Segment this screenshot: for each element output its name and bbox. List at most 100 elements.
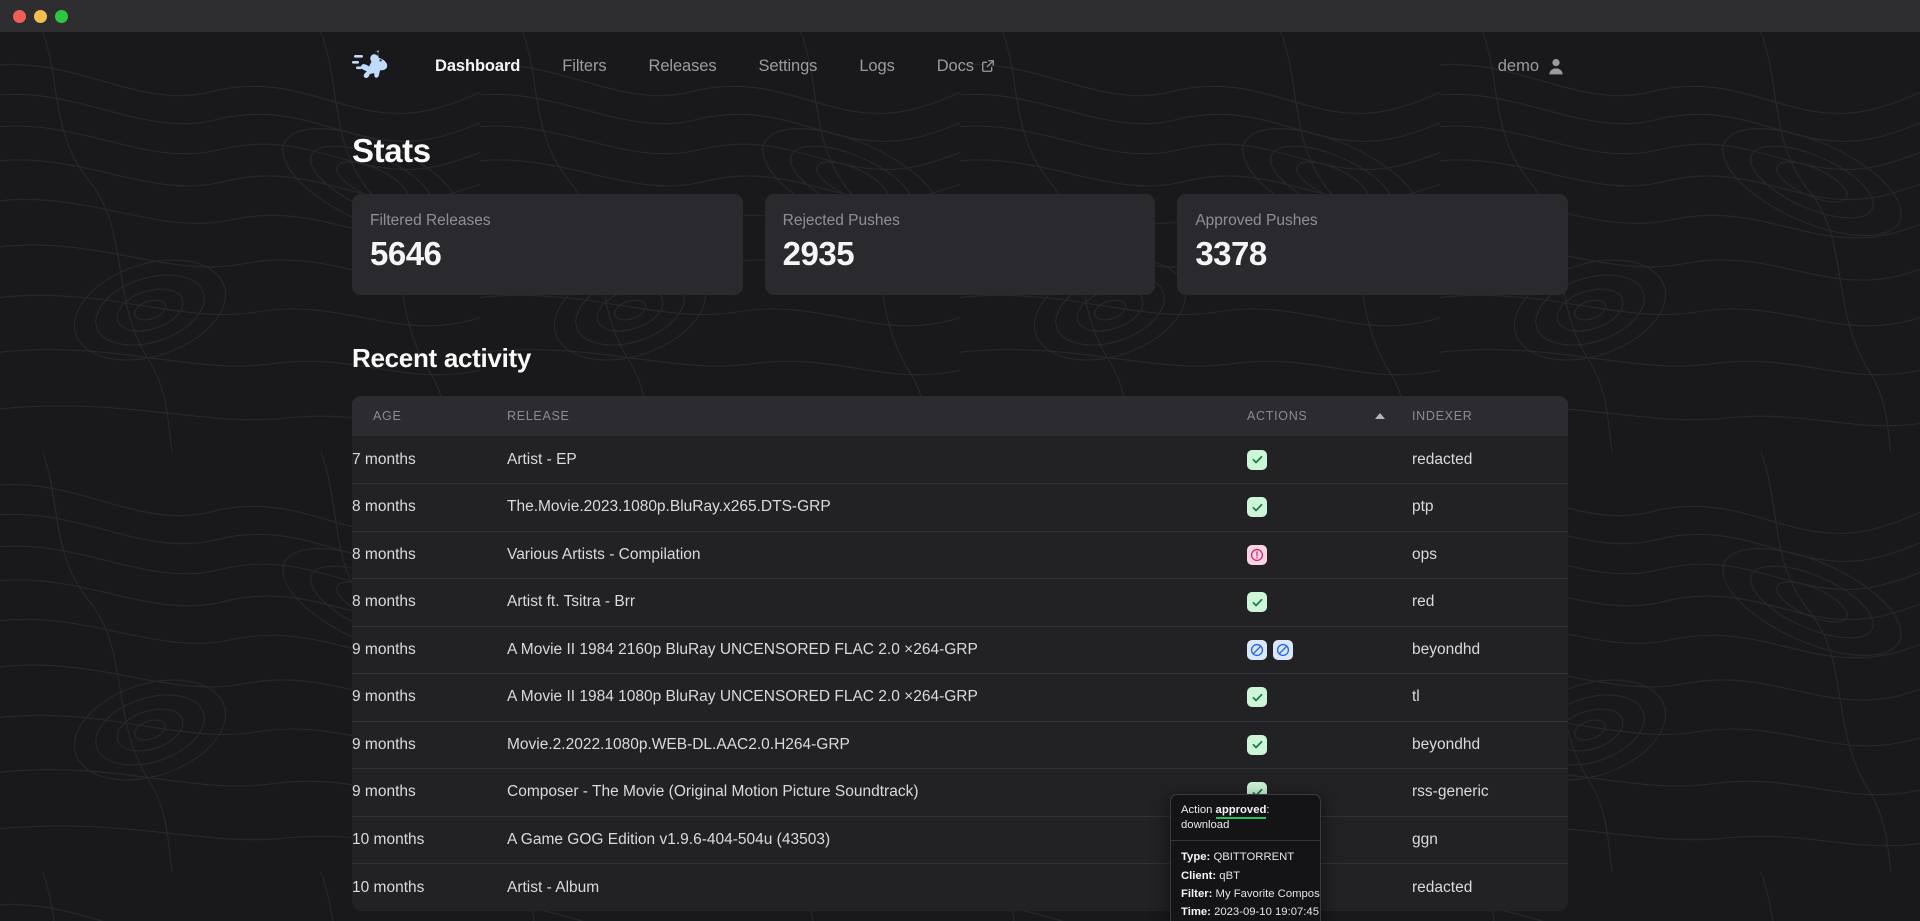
action-badge-approved-icon[interactable] xyxy=(1247,450,1267,470)
cell-release: Movie.2.2022.1080p.WEB-DL.AAC2.0.H264-GR… xyxy=(507,721,1247,769)
cell-indexer: red xyxy=(1412,579,1568,627)
tooltip-field-time: Time: 2023-09-10 19:07:45 xyxy=(1181,903,1310,921)
action-badge-approved-icon[interactable] xyxy=(1247,735,1267,755)
stat-value: 5646 xyxy=(370,235,725,273)
nav-link-logs[interactable]: Logs xyxy=(838,49,915,84)
action-tooltip: Action approved: download Type: QBITTORR… xyxy=(1170,794,1321,921)
cell-indexer: ggn xyxy=(1412,816,1568,864)
autobrr-rabbit-logo-icon[interactable] xyxy=(352,49,392,83)
cell-release: A Game GOG Edition v1.9.6-404-504u (4350… xyxy=(507,816,1247,864)
table-row[interactable]: 10 monthsArtist - Albumredacted xyxy=(352,864,1568,912)
nav-link-releases[interactable]: Releases xyxy=(628,49,738,84)
tooltip-field-key: Client: xyxy=(1181,870,1216,882)
nav-link-docs[interactable]: Docs xyxy=(916,49,1016,84)
nav-link-dashboard[interactable]: Dashboard xyxy=(414,49,541,84)
action-badge-group xyxy=(1247,592,1412,612)
app-window: Dashboard Filters Releases Settings Logs xyxy=(0,0,1920,921)
table-row[interactable]: 9 monthsA Movie II 1984 2160p BluRay UNC… xyxy=(352,626,1568,674)
cell-indexer: beyondhd xyxy=(1412,721,1568,769)
table-row[interactable]: 9 monthsA Movie II 1984 1080p BluRay UNC… xyxy=(352,674,1568,722)
nav-link-settings[interactable]: Settings xyxy=(738,49,839,84)
stat-label: Rejected Pushes xyxy=(783,212,1138,230)
stats-heading: Stats xyxy=(352,132,1568,170)
column-header-actions-label: ACTIONS xyxy=(1247,409,1307,423)
page-root: Dashboard Filters Releases Settings Logs xyxy=(0,32,1920,921)
window-titlebar xyxy=(0,0,1920,32)
tooltip-field-value: 2023-09-10 19:07:45 xyxy=(1214,906,1319,918)
cell-release: Artist - EP xyxy=(507,436,1247,484)
table-row[interactable]: 9 monthsMovie.2.2022.1080p.WEB-DL.AAC2.0… xyxy=(352,721,1568,769)
action-badge-group xyxy=(1247,687,1412,707)
cell-actions xyxy=(1247,579,1412,627)
stat-card-approved-pushes: Approved Pushes 3378 xyxy=(1177,194,1568,295)
tooltip-field-type: Type: QBITTORRENT xyxy=(1181,848,1310,866)
action-badge-approved-icon[interactable] xyxy=(1247,592,1267,612)
action-badge-blocked-icon[interactable] xyxy=(1273,640,1293,660)
cell-age: 8 months xyxy=(352,531,507,579)
action-badge-approved-icon[interactable] xyxy=(1247,497,1267,517)
cell-age: 8 months xyxy=(352,579,507,627)
window-minimize-button[interactable] xyxy=(34,10,47,23)
table-header: AGE RELEASE ACTIONS INDEXER xyxy=(352,396,1568,436)
cell-actions xyxy=(1247,721,1412,769)
tooltip-field-value: My Favorite Composer xyxy=(1216,888,1321,900)
stats-cards-row: Filtered Releases 5646 Rejected Pushes 2… xyxy=(352,194,1568,295)
action-badge-rejected-icon[interactable] xyxy=(1247,545,1267,565)
column-header-age[interactable]: AGE xyxy=(352,396,507,436)
cell-indexer: rss-generic xyxy=(1412,769,1568,817)
action-badge-group xyxy=(1247,497,1412,517)
external-link-icon xyxy=(981,59,995,73)
cell-age: 10 months xyxy=(352,816,507,864)
window-maximize-button[interactable] xyxy=(55,10,68,23)
stat-value: 3378 xyxy=(1195,235,1550,273)
cell-age: 9 months xyxy=(352,721,507,769)
column-header-actions[interactable]: ACTIONS xyxy=(1247,396,1412,436)
table-row[interactable]: 8 monthsArtist ft. Tsitra - Brrred xyxy=(352,579,1568,627)
action-badge-group xyxy=(1247,450,1412,470)
table-row[interactable]: 10 monthsA Game GOG Edition v1.9.6-404-5… xyxy=(352,816,1568,864)
table-row[interactable]: 9 monthsComposer - The Movie (Original M… xyxy=(352,769,1568,817)
cell-age: 9 months xyxy=(352,769,507,817)
nav-links: Dashboard Filters Releases Settings Logs xyxy=(414,49,1016,84)
tooltip-field-filter: Filter: My Favorite Composer xyxy=(1181,885,1310,903)
nav-link-filters[interactable]: Filters xyxy=(541,49,627,84)
table-body: 7 monthsArtist - EPredacted8 monthsThe.M… xyxy=(352,436,1568,911)
table-row[interactable]: 8 monthsThe.Movie.2023.1080p.BluRay.x265… xyxy=(352,484,1568,532)
nav-label-releases: Releases xyxy=(649,57,717,76)
page-content: Dashboard Filters Releases Settings Logs xyxy=(352,32,1568,911)
action-badge-group xyxy=(1247,545,1412,565)
window-close-button[interactable] xyxy=(13,10,26,23)
cell-release: A Movie II 1984 2160p BluRay UNCENSORED … xyxy=(507,626,1247,674)
user-menu-label: demo xyxy=(1498,57,1539,76)
stat-value: 2935 xyxy=(783,235,1138,273)
cell-indexer: beyondhd xyxy=(1412,626,1568,674)
cell-age: 8 months xyxy=(352,484,507,532)
tooltip-field-client: Client: qBT xyxy=(1181,867,1310,885)
nav-label-docs: Docs xyxy=(937,57,974,76)
cell-age: 10 months xyxy=(352,864,507,912)
nav-label-settings: Settings xyxy=(759,57,818,76)
table-row[interactable]: 7 monthsArtist - EP redacted xyxy=(352,436,1568,484)
sort-ascending-triangle-icon[interactable] xyxy=(1375,413,1385,419)
tooltip-field-key: Filter: xyxy=(1181,888,1212,900)
cell-age: 7 months xyxy=(352,436,507,484)
stat-label: Approved Pushes xyxy=(1195,212,1550,230)
user-menu-button[interactable]: demo xyxy=(1498,57,1568,76)
nav-label-filters: Filters xyxy=(562,57,606,76)
column-header-release[interactable]: RELEASE xyxy=(507,396,1247,436)
column-header-indexer[interactable]: INDEXER xyxy=(1412,396,1568,436)
action-badge-blocked-icon[interactable] xyxy=(1247,640,1267,660)
cell-indexer: redacted xyxy=(1412,864,1568,912)
action-badge-approved-icon[interactable] xyxy=(1247,687,1267,707)
cell-indexer: redacted xyxy=(1412,436,1568,484)
tooltip-field-value: qBT xyxy=(1219,870,1240,882)
action-badge-group xyxy=(1247,735,1412,755)
cell-indexer: ops xyxy=(1412,531,1568,579)
stat-card-filtered-releases: Filtered Releases 5646 xyxy=(352,194,743,295)
cell-release: Composer - The Movie (Original Motion Pi… xyxy=(507,769,1247,817)
table-row[interactable]: 8 monthsVarious Artists - Compilationops xyxy=(352,531,1568,579)
recent-activity-table: AGE RELEASE ACTIONS INDEXER 7 monthsA xyxy=(352,396,1568,911)
user-avatar-icon xyxy=(1548,58,1564,75)
cell-actions xyxy=(1247,674,1412,722)
recent-activity-table-card: AGE RELEASE ACTIONS INDEXER 7 monthsA xyxy=(352,396,1568,911)
